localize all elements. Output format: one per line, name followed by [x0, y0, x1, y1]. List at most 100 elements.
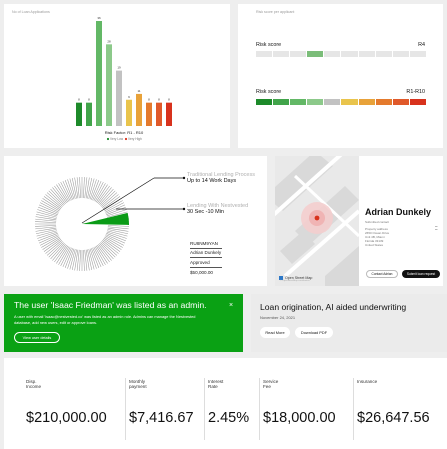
risk-score-label: Risk score [256, 42, 282, 48]
close-icon[interactable]: × [228, 302, 234, 309]
bar-value-label: 8 [158, 98, 160, 102]
risk-segment [392, 51, 409, 57]
bar-R5 [116, 70, 122, 126]
read-more-button[interactable]: Read More [260, 327, 290, 338]
risk-score-range-value: R1-R10 [406, 89, 425, 95]
risk-scale-segment [358, 99, 375, 105]
loan-bar-chart: 8 8 36 28 19 9 11 8 8 8 Risk Factor: R1 - R10 Very … [76, 16, 172, 141]
mini-amount: $50,000.00 [190, 270, 213, 275]
metric-label: Disp. Income [26, 379, 42, 389]
toast-title: The user 'Isaac Friedman' was listed as … [14, 300, 207, 310]
mini-status: Approved [190, 260, 210, 265]
risk-scale-segment [256, 99, 273, 105]
lending-process-card: Traditional Lending Process Up to 14 Wor… [4, 156, 267, 286]
bar-value-label: 36 [97, 16, 101, 20]
loan-metrics-card: Disp. Income $210,000.00 Monthly payment… [4, 358, 447, 449]
bar-R9 [156, 102, 162, 126]
traditional-callout: Traditional Lending Process Up to 14 Wor… [187, 172, 255, 184]
article-date: November 24, 2021 [260, 315, 296, 320]
legend-high-dot [124, 137, 128, 141]
risk-scale-segment [324, 99, 341, 105]
metric-value: $7,416.67 [129, 410, 194, 426]
metric-label: Insurance [357, 379, 378, 384]
risk-score-range-label: Risk score [256, 89, 282, 95]
risk-segment [324, 51, 341, 57]
risk-segment [375, 51, 392, 57]
bar-value-label: 8 [78, 98, 80, 102]
bar-R1 [76, 102, 82, 126]
contact-applicant-button[interactable]: Contact Adrian [366, 270, 398, 278]
metric-label: Service Fee [263, 379, 279, 389]
mini-divider [190, 257, 222, 258]
metric-label: Monthly payment [129, 379, 147, 389]
article-title: Loan origination, AI aided underwriting [260, 302, 407, 312]
mini-divider [190, 248, 222, 249]
admin-notification-toast: The user 'Isaac Friedman' was listed as … [4, 294, 243, 352]
submit-loan-request-button[interactable]: Submit loan request [402, 270, 440, 278]
map-copyright: © OpenStreetMap contributors [280, 280, 310, 282]
view-user-details-button[interactable]: View user details [14, 332, 60, 343]
profile-line: United States [365, 243, 384, 247]
nestvested-value: 30 Sec -10 Min [187, 209, 224, 215]
risk-segment [358, 51, 375, 57]
download-pdf-button[interactable]: Download PDF [295, 327, 333, 338]
property-map[interactable] [275, 156, 443, 286]
bar-R2 [86, 102, 92, 126]
risk-score-bar-single [256, 51, 426, 57]
risk-segment [341, 51, 358, 57]
loan-applications-card: No of Loan Applications 8 8 36 28 19 9 11 8 8 8 Ri… [4, 4, 230, 148]
toast-body: A user with email 'isaac@nestvested.co' … [14, 314, 196, 325]
metric-label: Interest Rate [208, 379, 224, 389]
article-card: Loan origination, AI aided underwriting … [251, 294, 447, 352]
bar-value-label: 19 [117, 66, 121, 70]
risk-score-value: R4 [418, 42, 425, 48]
risk-scale-segment [307, 99, 324, 105]
bar-R3 [96, 21, 102, 126]
bar-R7 [136, 93, 142, 126]
mini-loan-id: RU8NM9YAN [190, 241, 218, 246]
metric-value: $18,000.00 [263, 410, 336, 426]
metric-value: 2.45% [208, 410, 250, 426]
bar-R10 [166, 102, 172, 126]
bar-value-label: 8 [88, 98, 90, 102]
bar-R4 [106, 44, 112, 127]
bar-R6 [126, 99, 132, 126]
bar-value-label: 8 [168, 98, 170, 102]
mini-applicant-name: Adrian Dunkely [190, 250, 222, 255]
mini-divider [190, 267, 222, 268]
nestvested-callout: Lending With Nestvested 30 Sec -10 Min [187, 203, 248, 215]
profile-line: Submitted contact [365, 220, 390, 224]
metric-divider [125, 378, 126, 440]
risk-score-card: Risk score per applicant Risk score R4 R… [238, 4, 443, 148]
applicant-profile-card: Adrian Dunkely Submitted contact Propert… [275, 156, 443, 286]
metric-divider [204, 378, 205, 440]
applicant-name: Adrian Dunkely [365, 207, 432, 217]
legend-high-label: Very High [128, 137, 142, 141]
risk-scale-segment [409, 99, 426, 105]
risk-scale-segment [375, 99, 392, 105]
risk-segment [409, 51, 426, 57]
bar-value-label: 8 [148, 98, 150, 102]
metric-value: $210,000.00 [26, 410, 107, 426]
risk-scale-segment [341, 99, 358, 105]
chart-legend-label: Risk Factor: R1 - R10 [105, 130, 144, 135]
bar-value-label: 9 [128, 95, 130, 99]
bar-value-label: 28 [107, 39, 111, 43]
risk-scale-segment [273, 99, 290, 105]
risk-scale-segment [290, 99, 307, 105]
bar-value-label: 11 [137, 89, 140, 93]
risk-segment [273, 51, 290, 57]
metric-divider [259, 378, 260, 440]
legend-low-label: Very Low [110, 137, 124, 141]
risk-score-bar-scale [256, 99, 426, 105]
metric-value: $26,647.56 [357, 410, 430, 426]
risk-segment [290, 51, 307, 57]
legend-low-dot [106, 137, 110, 141]
traditional-value: Up to 14 Work Days [187, 178, 237, 184]
risk-scale-segment [392, 99, 409, 105]
risk-segment [256, 51, 273, 57]
risk-card-title: Risk score per applicant [256, 10, 295, 14]
bar-R8 [146, 102, 152, 126]
risk-segment [307, 51, 324, 57]
metric-divider [353, 378, 354, 440]
